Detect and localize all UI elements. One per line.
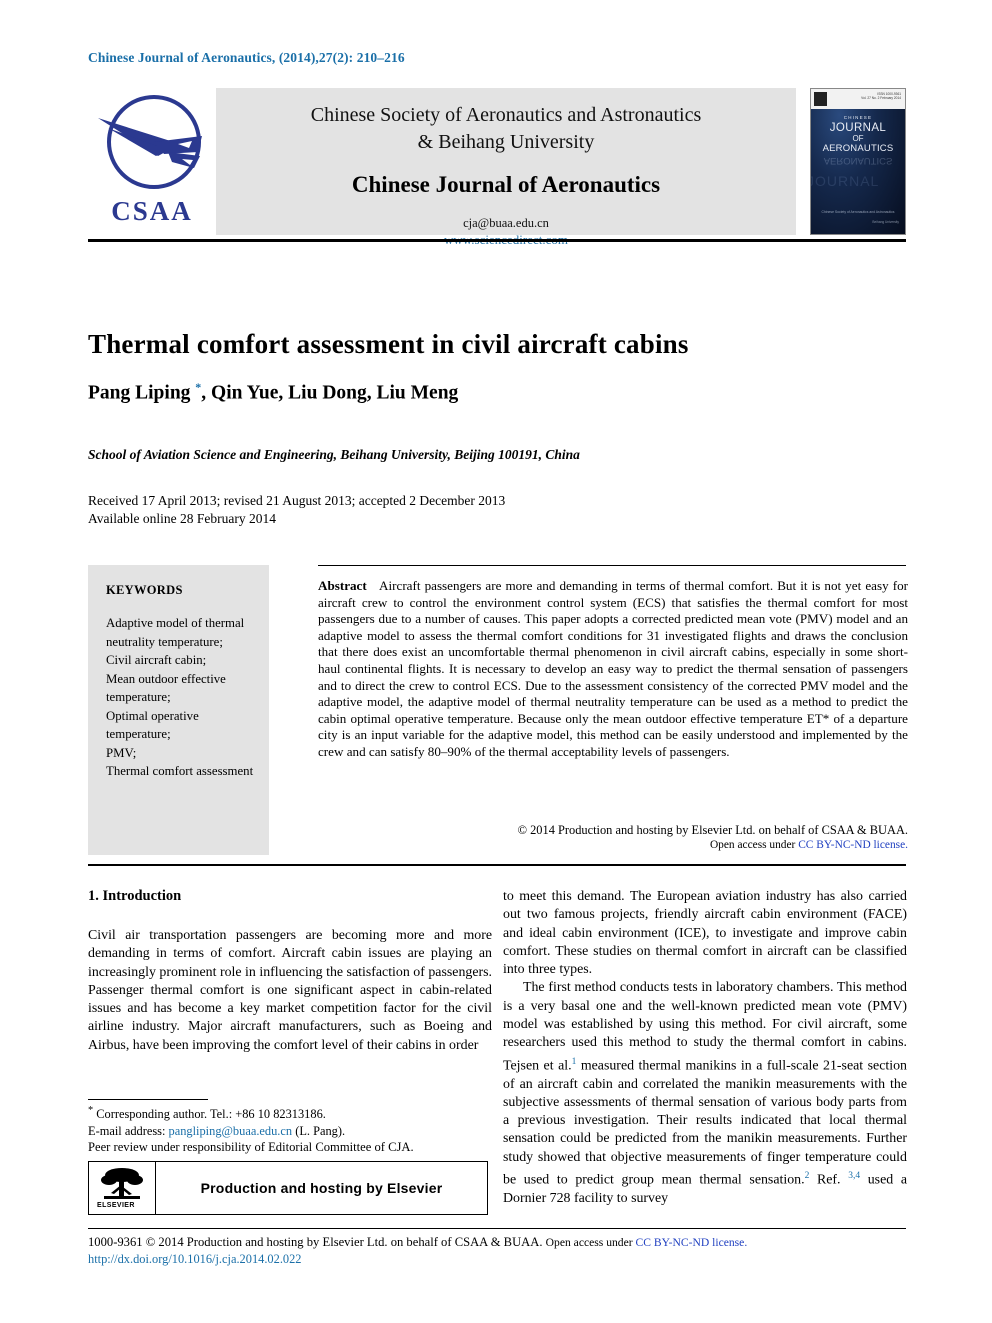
cover-title-block: CHINESE JOURNAL OF AERONAUTICS bbox=[811, 115, 905, 154]
cover-elsevier-mark-icon bbox=[814, 92, 827, 106]
cover-word-journal: JOURNAL bbox=[829, 122, 887, 134]
cover-word-aeronautics: AERONAUTICS bbox=[822, 143, 894, 154]
paragraph: to meet this demand. The European aviati… bbox=[503, 889, 907, 978]
abstract-top-rule bbox=[318, 565, 906, 566]
corresponding-author-text: Corresponding author. Tel.: +86 10 82313… bbox=[93, 1107, 326, 1122]
paragraph-part: Ref. bbox=[809, 1172, 849, 1188]
abstract-copyright-line: © 2014 Production and hosting by Elsevie… bbox=[517, 823, 908, 837]
society-line-1: Chinese Society of Aeronautics and Astro… bbox=[310, 104, 702, 126]
footnote-block: * Corresponding author. Tel.: +86 10 823… bbox=[88, 1103, 492, 1139]
section-heading-introduction: 1. Introduction bbox=[88, 888, 182, 904]
elsevier-tree-icon bbox=[101, 1168, 143, 1199]
production-hosting-label: Production and hosting by Elsevier bbox=[200, 1180, 443, 1196]
paragraph: The first method conducts tests in labor… bbox=[503, 979, 907, 1208]
abstract-open-access-line: Open access under CC BY-NC-ND license. bbox=[318, 838, 908, 853]
peer-review-note: Peer review under responsibility of Edit… bbox=[88, 1140, 414, 1154]
issn-copyright-text: 1000-9361 © 2014 Production and hosting … bbox=[88, 1235, 546, 1249]
cover-chinese-word: CHINESE bbox=[843, 115, 873, 120]
cover-reflection-text: AERONAUTICS bbox=[823, 155, 893, 166]
csaa-logo: CSAA bbox=[88, 88, 216, 235]
journal-article-page: Chinese Journal of Aeronautics, (2014),2… bbox=[0, 0, 992, 1323]
keyword-item: Mean outdoor effective temperature; bbox=[106, 671, 226, 705]
available-online-line: Available online 28 February 2014 bbox=[88, 511, 276, 526]
author-names-lead: Pang Liping bbox=[88, 382, 196, 404]
csaa-aircraft-logo-icon bbox=[98, 95, 202, 189]
open-access-prefix: Open access under bbox=[709, 839, 799, 851]
email-label: E-mail address: bbox=[88, 1123, 169, 1138]
author-list: Pang Liping *, Qin Yue, Liu Dong, Liu Me… bbox=[88, 380, 908, 405]
paragraph-part: measured thermal manikins in a full-scal… bbox=[503, 1058, 907, 1188]
footnote-rule bbox=[88, 1099, 208, 1100]
keywords-list: Adaptive model of thermal neutrality tem… bbox=[106, 614, 255, 781]
journal-cover-thumbnail: ISSN 1000-9361 Vol. 27 No. 2 February 20… bbox=[810, 88, 906, 235]
abstract-text: Aircraft passengers are more and demandi… bbox=[318, 578, 908, 759]
keyword-item: Adaptive model of thermal neutrality tem… bbox=[106, 616, 245, 649]
keyword-item: Civil aircraft cabin; bbox=[106, 653, 207, 667]
cover-ghost-text: JOURNAL bbox=[810, 173, 880, 189]
body-column-left: 1. Introduction Civil air transportation… bbox=[88, 888, 492, 1055]
cover-footer-line-1: Chinese Society of Aeronautics and Astro… bbox=[821, 210, 895, 214]
page-footer-rule bbox=[88, 1228, 906, 1229]
email-suffix: (L. Pang). bbox=[292, 1123, 346, 1138]
abstract-block: Abstract Aircraft passengers are more an… bbox=[318, 578, 908, 761]
production-hosting-badge: ELSEVIER Production and hosting by Elsev… bbox=[88, 1161, 488, 1215]
elsevier-logo-cell: ELSEVIER bbox=[89, 1162, 156, 1214]
abstract-copyright: © 2014 Production and hosting by Elsevie… bbox=[318, 823, 908, 853]
masthead-bottom-rule bbox=[88, 239, 906, 242]
keyword-item: Optimal operative temperature; bbox=[106, 708, 199, 742]
body-column-right: to meet this demand. The European aviati… bbox=[503, 888, 907, 1208]
article-history: Received 17 April 2013; revised 21 Augus… bbox=[88, 492, 908, 528]
journal-name: Chinese Journal of Aeronautics bbox=[351, 172, 661, 197]
running-head: Chinese Journal of Aeronautics, (2014),2… bbox=[88, 50, 405, 65]
doi-link[interactable]: http://dx.doi.org/10.1016/j.cja.2014.02.… bbox=[88, 1251, 908, 1268]
page-footer-line-1: 1000-9361 © 2014 Production and hosting … bbox=[88, 1234, 908, 1251]
corresponding-author-note: * Corresponding author. Tel.: +86 10 823… bbox=[88, 1103, 492, 1123]
journal-masthead: CSAA Chinese Society of Aeronautics and … bbox=[88, 88, 906, 247]
keyword-item: PMV; bbox=[106, 745, 137, 760]
page-footer: 1000-9361 © 2014 Production and hosting … bbox=[88, 1234, 908, 1268]
affiliation: School of Aviation Science and Engineeri… bbox=[88, 447, 580, 462]
license-link[interactable]: CC BY-NC-ND license. bbox=[798, 839, 908, 851]
email-note: E-mail address: pangliping@buaa.edu.cn (… bbox=[88, 1123, 492, 1140]
keywords-heading: KEYWORDS bbox=[106, 583, 183, 597]
author-email-link[interactable]: pangliping@buaa.edu.cn bbox=[169, 1124, 293, 1138]
page-title: Thermal comfort assessment in civil airc… bbox=[88, 329, 689, 360]
keyword-item: Thermal comfort assessment bbox=[106, 764, 254, 778]
journal-email[interactable]: cja@buaa.edu.cn bbox=[216, 216, 796, 231]
author-names-rest: , Qin Yue, Liu Dong, Liu Meng bbox=[201, 382, 459, 404]
society-line-2: & Beihang University bbox=[417, 131, 595, 153]
paragraph: Civil air transportation passengers are … bbox=[88, 928, 492, 1053]
abstract-label: Abstract bbox=[318, 578, 367, 593]
footer-open-access-prefix: Open access under bbox=[545, 1236, 636, 1249]
cover-issue-line: Vol. 27 No. 2 February 2014 bbox=[861, 96, 901, 101]
elsevier-wordmark: ELSEVIER bbox=[97, 1202, 135, 1209]
citation-ref[interactable]: 3,4 bbox=[848, 1171, 860, 1181]
csaa-logo-text: CSAA bbox=[111, 196, 193, 226]
footer-license-link[interactable]: CC BY-NC-ND license. bbox=[635, 1236, 747, 1249]
cover-word-of: OF bbox=[852, 134, 864, 143]
cover-issn-block: ISSN 1000-9361 Vol. 27 No. 2 February 20… bbox=[861, 92, 901, 100]
cover-footer-line-2: Beihang University bbox=[872, 220, 899, 224]
masthead-center-panel: Chinese Society of Aeronautics and Astro… bbox=[216, 88, 796, 247]
keywords-panel: KEYWORDS Adaptive model of thermal neutr… bbox=[88, 565, 269, 855]
abstract-bottom-rule bbox=[88, 864, 906, 866]
received-line: Received 17 April 2013; revised 21 Augus… bbox=[88, 493, 506, 508]
